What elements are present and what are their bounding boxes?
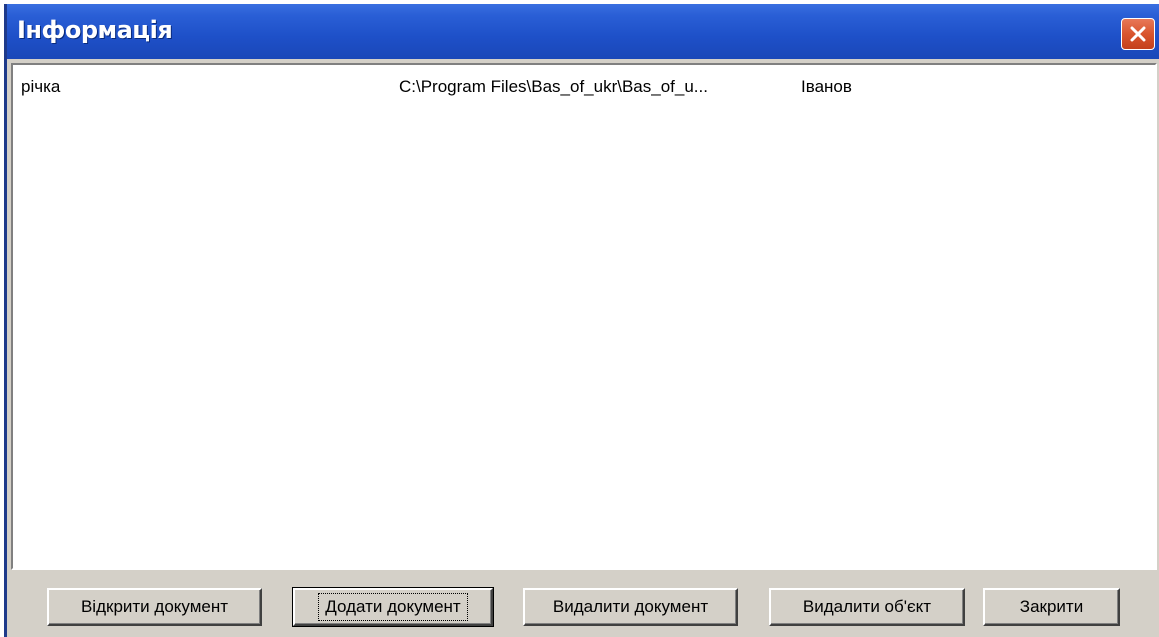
delete-object-button[interactable]: Видалити об'єкт bbox=[769, 588, 965, 626]
document-author: Іванов bbox=[801, 77, 852, 96]
info-dialog: Інформація річка C:\Program Files\Bas_of… bbox=[4, 4, 1159, 637]
open-document-button[interactable]: Відкрити документ bbox=[47, 588, 262, 626]
delete-object-label: Видалити об'єкт bbox=[802, 597, 932, 616]
close-window-button[interactable] bbox=[1121, 18, 1155, 50]
document-path: C:\Program Files\Bas_of_ukr\Bas_of_u... bbox=[399, 77, 708, 96]
document-object-name: річка bbox=[21, 77, 61, 96]
delete-document-button[interactable]: Видалити документ bbox=[523, 588, 738, 626]
open-document-label: Відкрити документ bbox=[80, 597, 229, 616]
add-document-button[interactable]: Додати документ bbox=[292, 587, 494, 627]
delete-document-label: Видалити документ bbox=[552, 597, 709, 616]
close-button[interactable]: Закрити bbox=[983, 588, 1120, 626]
documents-list[interactable]: річка C:\Program Files\Bas_of_ukr\Bas_of… bbox=[11, 63, 1157, 570]
add-document-label: Додати документ bbox=[318, 593, 468, 621]
window-title: Інформація bbox=[17, 16, 173, 44]
close-label: Закрити bbox=[1019, 597, 1084, 616]
list-item[interactable]: річка C:\Program Files\Bas_of_ukr\Bas_of… bbox=[13, 75, 1155, 101]
close-icon bbox=[1128, 24, 1148, 44]
title-bar[interactable]: Інформація bbox=[7, 4, 1159, 59]
